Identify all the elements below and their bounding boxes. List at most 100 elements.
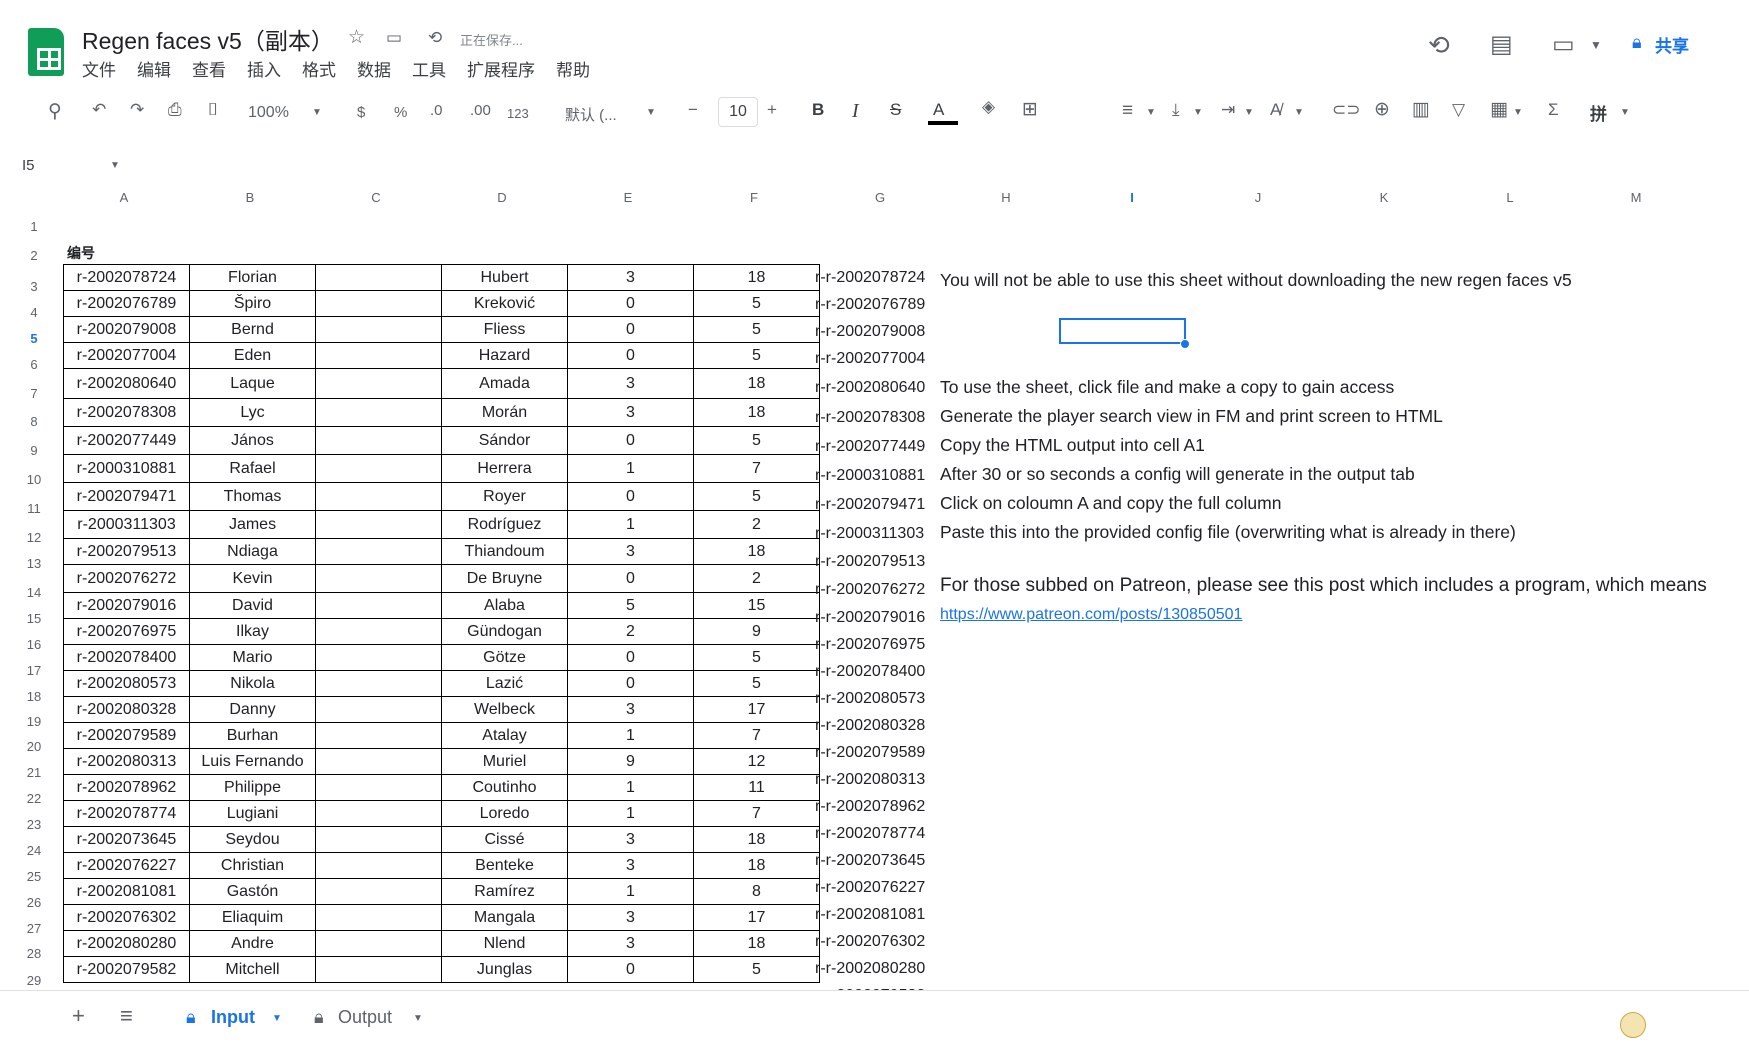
cell[interactable]: Špiro bbox=[189, 290, 316, 317]
row-header[interactable]: 28 bbox=[22, 946, 46, 961]
cell[interactable]: Andre bbox=[189, 930, 316, 957]
cell[interactable]: r-2002079008 bbox=[63, 316, 190, 343]
cell[interactable] bbox=[315, 342, 442, 369]
cell[interactable] bbox=[315, 696, 442, 723]
cell[interactable] bbox=[315, 644, 442, 671]
cell[interactable]: 8 bbox=[693, 878, 820, 905]
functions-button[interactable]: Σ bbox=[1548, 100, 1559, 120]
sheet-tab-output[interactable]: Output bbox=[338, 1007, 392, 1028]
cell[interactable]: 0 bbox=[567, 670, 694, 697]
cell[interactable]: 5 bbox=[693, 342, 820, 369]
cell[interactable] bbox=[315, 930, 442, 957]
cell[interactable]: 17 bbox=[693, 904, 820, 931]
cell[interactable]: Nlend bbox=[441, 930, 568, 957]
cell-g[interactable]: r-r-2002076789 bbox=[815, 296, 925, 314]
cell-g[interactable]: r-r-2002077449 bbox=[815, 438, 925, 456]
row-header[interactable]: 22 bbox=[22, 791, 46, 806]
column-header-c[interactable]: C bbox=[366, 190, 386, 205]
cell[interactable]: Philippe bbox=[189, 774, 316, 801]
cell-g[interactable]: r-r-2002073645 bbox=[815, 852, 925, 870]
row-header[interactable]: 12 bbox=[22, 530, 46, 545]
selected-cell-i5[interactable] bbox=[1059, 318, 1186, 344]
cell[interactable] bbox=[315, 264, 442, 291]
cell[interactable]: Benteke bbox=[441, 852, 568, 879]
cell-g[interactable]: r-r-2002079589 bbox=[815, 744, 925, 762]
cell[interactable]: 1 bbox=[567, 510, 694, 539]
cell[interactable]: Coutinho bbox=[441, 774, 568, 801]
cell[interactable]: Kreković bbox=[441, 290, 568, 317]
cell[interactable]: Junglas bbox=[441, 956, 568, 983]
insert-link-icon[interactable]: ⊂⊃ bbox=[1332, 100, 1361, 120]
row-header[interactable]: 8 bbox=[22, 414, 46, 429]
cell[interactable]: Thiandoum bbox=[441, 538, 568, 565]
cell[interactable]: Rodríguez bbox=[441, 510, 568, 539]
cell[interactable] bbox=[315, 316, 442, 343]
cell[interactable]: r-2002076227 bbox=[63, 852, 190, 879]
cell[interactable]: 2 bbox=[693, 510, 820, 539]
cell[interactable]: 1 bbox=[567, 774, 694, 801]
cell[interactable]: r-2002078308 bbox=[63, 398, 190, 427]
cell[interactable]: 1 bbox=[567, 454, 694, 483]
patreon-link[interactable]: https://www.patreon.com/posts/130850501 bbox=[940, 606, 1242, 624]
row-header[interactable]: 3 bbox=[22, 279, 46, 294]
text-rotation-icon[interactable]: A̸ bbox=[1270, 100, 1281, 120]
cell[interactable]: r-2002077449 bbox=[63, 426, 190, 455]
cell[interactable] bbox=[315, 538, 442, 565]
cell[interactable]: 9 bbox=[567, 748, 694, 775]
column-header-b[interactable]: B bbox=[240, 190, 260, 205]
cell[interactable]: 3 bbox=[567, 696, 694, 723]
cell[interactable]: Bernd bbox=[189, 316, 316, 343]
cell[interactable]: Fliess bbox=[441, 316, 568, 343]
meet-chevron-down-icon[interactable]: ▼ bbox=[1590, 38, 1602, 52]
cell[interactable]: Gastón bbox=[189, 878, 316, 905]
cell[interactable]: Ramírez bbox=[441, 878, 568, 905]
cell[interactable]: 0 bbox=[567, 482, 694, 511]
name-box-chevron-down-icon[interactable]: ▼ bbox=[110, 160, 120, 171]
cell[interactable] bbox=[315, 290, 442, 317]
row-header[interactable]: 11 bbox=[22, 501, 46, 516]
cell[interactable]: Ndiaga bbox=[189, 538, 316, 565]
note-line-5[interactable]: After 30 or so seconds a config will gen… bbox=[940, 464, 1415, 485]
cell[interactable]: Mangala bbox=[441, 904, 568, 931]
tab-input-chevron-down-icon[interactable]: ▼ bbox=[272, 1013, 282, 1024]
cell[interactable] bbox=[315, 722, 442, 749]
cell[interactable]: 0 bbox=[567, 426, 694, 455]
document-title[interactable]: Regen faces v5（副本） bbox=[82, 22, 334, 56]
italic-button[interactable]: I bbox=[852, 100, 859, 123]
increase-font-size-icon[interactable]: + bbox=[767, 100, 777, 120]
column-header-a[interactable]: A bbox=[114, 190, 134, 205]
cell[interactable]: Luis Fernando bbox=[189, 748, 316, 775]
row-header[interactable]: 17 bbox=[22, 663, 46, 678]
sheet-tab-input[interactable]: Input bbox=[211, 1007, 255, 1028]
cell-g[interactable]: r-r-2002081081 bbox=[815, 906, 925, 924]
menu-file[interactable]: 文件 bbox=[82, 56, 116, 81]
cell[interactable]: Seydou bbox=[189, 826, 316, 853]
cell[interactable]: De Bruyne bbox=[441, 564, 568, 593]
cell-g[interactable]: r-r-2002078400 bbox=[815, 663, 925, 681]
cell[interactable]: Mitchell bbox=[189, 956, 316, 983]
row-header[interactable]: 26 bbox=[22, 895, 46, 910]
cell[interactable]: r-2000311303 bbox=[63, 510, 190, 539]
cell-g[interactable]: r-r-2002076975 bbox=[815, 636, 925, 654]
cell-g[interactable]: r-r-2002080328 bbox=[815, 717, 925, 735]
cell[interactable] bbox=[315, 748, 442, 775]
cell-g[interactable]: r-r-2002080313 bbox=[815, 771, 925, 789]
column-header-i[interactable]: I bbox=[1122, 190, 1142, 205]
note-line-2[interactable]: To use the sheet, click file and make a … bbox=[940, 377, 1394, 398]
tab-output-chevron-down-icon[interactable]: ▼ bbox=[413, 1013, 423, 1024]
cell[interactable]: 1 bbox=[567, 800, 694, 827]
zoom-chevron-down-icon[interactable]: ▼ bbox=[312, 107, 322, 118]
cell[interactable]: 0 bbox=[567, 644, 694, 671]
cell[interactable]: 3 bbox=[567, 930, 694, 957]
note-line-7[interactable]: Paste this into the provided config file… bbox=[940, 522, 1516, 543]
cell[interactable]: r-2002080328 bbox=[63, 696, 190, 723]
cell[interactable]: r-2002080573 bbox=[63, 670, 190, 697]
note-line-6[interactable]: Click on coloumn A and copy the full col… bbox=[940, 493, 1281, 514]
cell[interactable]: 3 bbox=[567, 398, 694, 427]
cell[interactable]: 5 bbox=[693, 426, 820, 455]
cell[interactable]: 12 bbox=[693, 748, 820, 775]
move-folder-icon[interactable]: ▭ bbox=[386, 28, 402, 48]
cell[interactable]: 18 bbox=[693, 368, 820, 399]
cell[interactable]: 18 bbox=[693, 852, 820, 879]
cell[interactable]: 7 bbox=[693, 800, 820, 827]
